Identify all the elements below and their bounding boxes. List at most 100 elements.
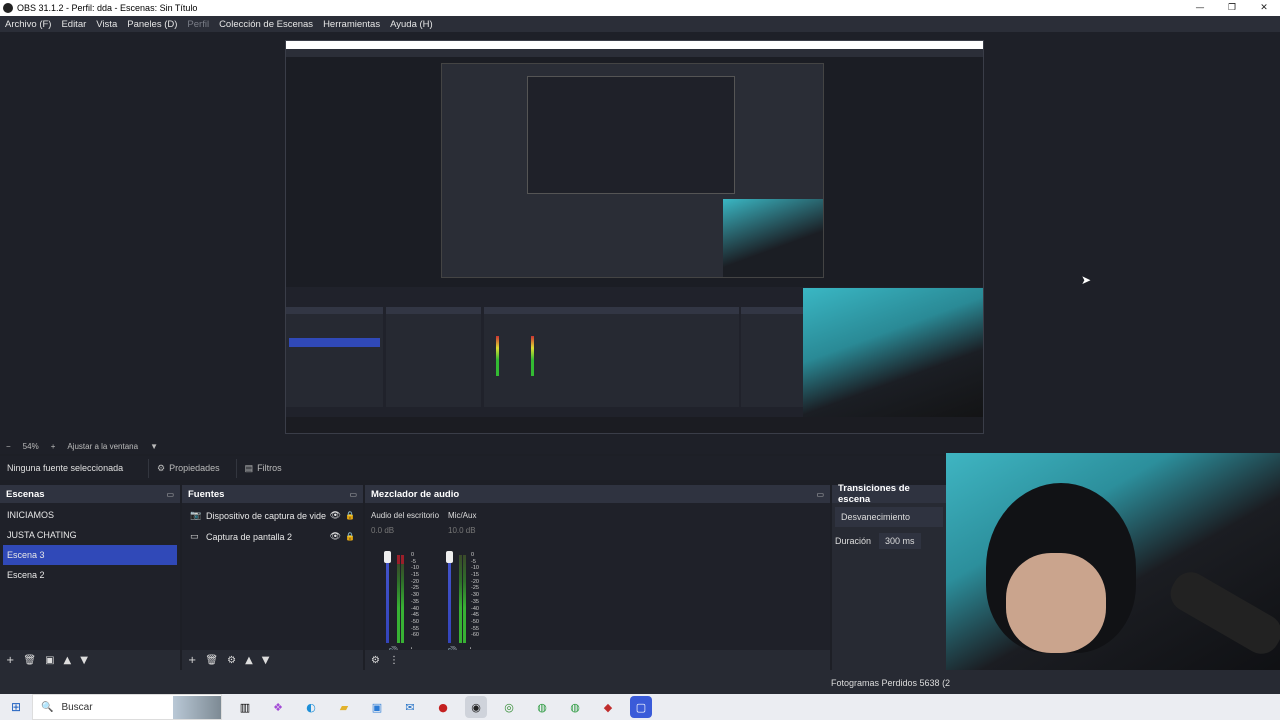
visibility-eye-icon[interactable]: 👁 xyxy=(330,532,341,542)
mixer-title: Mezclador de audio xyxy=(371,488,460,500)
scale-bar: − 54% + Ajustar a la ventana ▼ xyxy=(0,438,1280,454)
filters-label: Filtros xyxy=(257,463,282,473)
window-title: OBS 31.1.2 - Perfil: dda - Escenas: Sin … xyxy=(17,3,198,13)
volume-slider-desktop[interactable] xyxy=(386,555,389,643)
move-up-icon[interactable]: ▲ xyxy=(245,655,253,666)
menu-paneles[interactable]: Paneles (D) xyxy=(127,19,177,30)
dock-undock-icon[interactable]: ▭ xyxy=(166,490,174,499)
menu-archivo[interactable]: Archivo (F) xyxy=(5,19,51,30)
lock-icon[interactable]: 🔒 xyxy=(345,511,355,520)
copilot-icon[interactable]: ❖ xyxy=(267,696,289,718)
move-down-icon[interactable]: ▼ xyxy=(262,655,270,666)
file-explorer-icon[interactable]: ▰ xyxy=(333,696,355,718)
scene-filters-icon[interactable]: ▣ xyxy=(45,655,54,666)
restore-icon[interactable]: ❐ xyxy=(1216,0,1248,16)
source-item-screen-capture[interactable]: ▭ Captura de pantalla 2 👁 🔒 xyxy=(182,526,363,547)
scene-item-iniciamos[interactable]: INICIAMOS xyxy=(0,505,180,525)
outlook-icon[interactable]: ✉ xyxy=(399,696,421,718)
menu-herramientas[interactable]: Herramientas xyxy=(323,19,380,30)
app-active-icon[interactable]: ▢ xyxy=(630,696,652,718)
preview-nested-inner xyxy=(527,76,735,194)
add-scene-icon[interactable]: + xyxy=(6,655,14,666)
taskbar-search[interactable]: 🔍 Buscar xyxy=(32,694,222,720)
chrome-profile-icon[interactable]: ◍ xyxy=(564,696,586,718)
menu-vista[interactable]: Vista xyxy=(96,19,117,30)
menu-coleccion[interactable]: Colección de Escenas xyxy=(219,19,313,30)
remove-source-icon[interactable]: 🗑 xyxy=(205,655,218,666)
fit-dropdown-icon[interactable]: ▼ xyxy=(150,442,158,451)
preview-dock-transitions xyxy=(741,307,803,407)
filters-button[interactable]: ▤ Filtros xyxy=(235,458,290,478)
store-icon[interactable]: ▣ xyxy=(366,696,388,718)
add-source-icon[interactable]: + xyxy=(188,655,196,666)
audio-meter-mic xyxy=(459,555,462,643)
dock-undock-icon[interactable]: ▭ xyxy=(349,490,357,499)
minimize-icon[interactable]: — xyxy=(1184,0,1216,16)
mouse-cursor-icon: ➤ xyxy=(1081,273,1092,287)
xbox-icon[interactable]: ◎ xyxy=(498,696,520,718)
preview-nested-titlebar xyxy=(286,41,983,49)
mixer-menu-icon[interactable]: ⋮ xyxy=(389,655,399,666)
media-app-icon[interactable]: ● xyxy=(432,696,454,718)
volume-handle-desktop[interactable] xyxy=(384,551,391,563)
obs-taskbar-icon[interactable]: ◉ xyxy=(465,696,487,718)
preview-nested-taskbar xyxy=(286,417,983,433)
source-item-video-capture[interactable]: 📷 Dispositivo de captura de video 👁 🔒 xyxy=(182,505,363,526)
menu-bar: Archivo (F) Editar Vista Paneles (D) Per… xyxy=(0,16,1280,32)
transition-select[interactable]: Desvanecimiento xyxy=(835,507,943,527)
meter-tick-label: -60 xyxy=(471,632,479,639)
preview-nested-screen xyxy=(441,63,824,278)
menu-perfil[interactable]: Perfil xyxy=(187,19,209,30)
properties-button[interactable]: ⚙ Propiedades xyxy=(148,458,228,478)
menu-ayuda[interactable]: Ayuda (H) xyxy=(390,19,433,30)
properties-label: Propiedades xyxy=(169,463,220,473)
app-icon[interactable]: ◆ xyxy=(597,696,619,718)
channel-name: Mic/Aux xyxy=(448,511,477,520)
transitions-dock: Transiciones de escena Desvanecimiento D… xyxy=(832,483,946,670)
monitor-icon: ▭ xyxy=(190,531,199,542)
audio-meter-mic-r xyxy=(463,555,466,643)
program-preview[interactable] xyxy=(285,40,984,434)
volume-slider-mic[interactable] xyxy=(448,555,451,643)
chrome-icon[interactable]: ◍ xyxy=(531,696,553,718)
channel-name: Audio del escritorio xyxy=(371,511,439,520)
zoom-level: 54% xyxy=(22,441,39,451)
zoom-out-icon[interactable]: − xyxy=(6,442,11,451)
channel-db: 0.0 dB xyxy=(371,526,395,535)
remove-scene-icon[interactable]: 🗑 xyxy=(23,655,36,666)
close-icon[interactable]: ✕ xyxy=(1248,0,1280,16)
scene-item-justa-chating[interactable]: JUSTA CHATING xyxy=(0,525,180,545)
preview-dock-mixer xyxy=(484,307,739,407)
preview-nested-menubar xyxy=(286,49,983,57)
task-view-icon[interactable]: ▥ xyxy=(234,696,256,718)
scenes-dock: Escenas ▭ INICIAMOS JUSTA CHATING Escena … xyxy=(0,485,180,670)
zoom-in-icon[interactable]: + xyxy=(51,442,56,451)
move-up-icon[interactable]: ▲ xyxy=(64,655,72,666)
gear-icon: ⚙ xyxy=(157,462,166,473)
fit-window-button[interactable]: Ajustar a la ventana xyxy=(67,442,138,451)
meter-tick-label: -60 xyxy=(411,632,419,639)
move-down-icon[interactable]: ▼ xyxy=(80,655,88,666)
sources-title: Fuentes xyxy=(188,488,225,500)
source-settings-icon[interactable]: ⚙ xyxy=(227,655,236,666)
channel-mic-aux: Mic/Aux 10.0 dB xyxy=(448,511,476,535)
edge-icon[interactable]: ◐ xyxy=(300,696,322,718)
meter-ticks-mic: 0 -5 -10 -15 -20 -25 -30 -35 -40 -45 -50 -55 -60 xyxy=(471,552,479,640)
scene-item-escena-2[interactable]: Escena 2 xyxy=(0,565,180,585)
lock-icon[interactable]: 🔒 xyxy=(345,532,355,541)
source-label: Dispositivo de captura de video xyxy=(206,510,326,521)
volume-handle-mic[interactable] xyxy=(446,551,453,563)
preview-dock-scenes xyxy=(286,307,383,407)
windows-start-icon[interactable]: ⊞ xyxy=(0,700,32,714)
scene-item-escena-3[interactable]: Escena 3 xyxy=(3,545,177,565)
menu-editar[interactable]: Editar xyxy=(61,19,86,30)
visibility-eye-icon[interactable]: 👁 xyxy=(330,511,341,521)
duration-input[interactable]: 300 ms xyxy=(879,533,921,549)
mixer-settings-icon[interactable]: ⚙ xyxy=(371,655,380,666)
audio-mixer-dock: Mezclador de audio ▭ Audio del escritorio… xyxy=(365,485,830,670)
channel-desktop-audio: Audio del escritorio 0.0 dB xyxy=(371,511,439,535)
dock-undock-icon[interactable]: ▭ xyxy=(816,490,824,499)
meter-ticks-desktop: 0 -5 -10 -15 -20 -25 -30 -35 -40 -45 -50 -55 -60 xyxy=(411,552,419,640)
status-bar: Fotogramas Perdidos 5638 (2 xyxy=(0,670,1280,694)
duration-label: Duración xyxy=(835,536,872,546)
